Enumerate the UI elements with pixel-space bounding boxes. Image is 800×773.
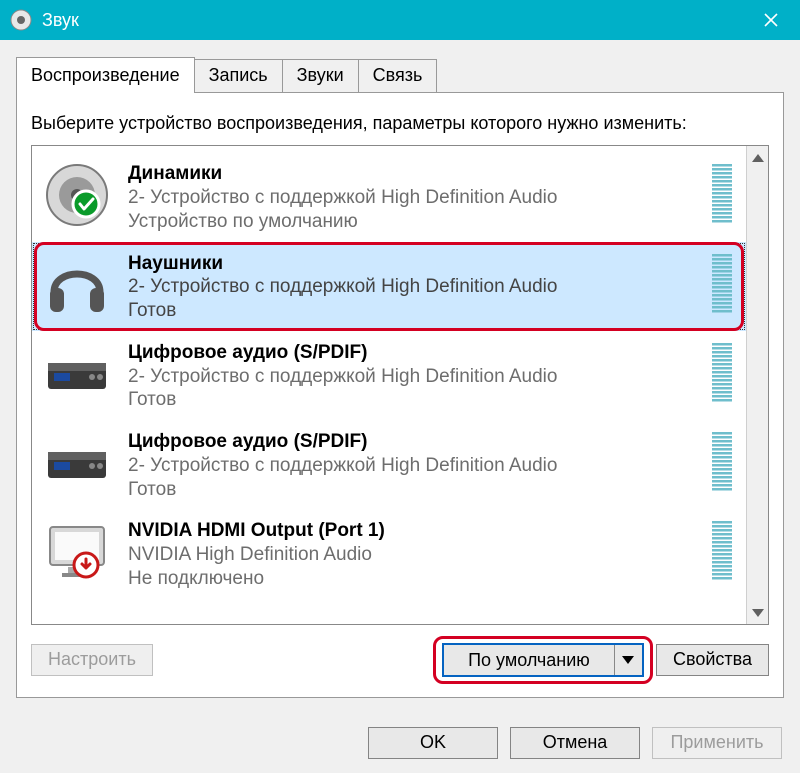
- level-meter-icon: [712, 517, 736, 581]
- device-title: Наушники: [128, 252, 696, 276]
- sound-dialog-window: Звук Воспроизведение Запись Звуки Связь …: [0, 0, 800, 773]
- tab-panel: Выберите устройство воспроизведения, пар…: [16, 93, 784, 698]
- device-desc: 2- Устройство с поддержкой High Definiti…: [128, 365, 696, 389]
- tab-communications[interactable]: Связь: [358, 59, 438, 92]
- speaker-icon: [42, 160, 112, 230]
- device-status: Не подключено: [128, 567, 696, 591]
- button-label: Отмена: [543, 732, 608, 752]
- tab-label: Запись: [209, 65, 268, 85]
- headphones-icon: [42, 250, 112, 320]
- scrollbar[interactable]: [746, 146, 768, 624]
- device-desc: 2- Устройство с поддержкой High Definiti…: [128, 454, 696, 478]
- scroll-down-icon[interactable]: [747, 605, 768, 620]
- device-item[interactable]: Наушники2- Устройство с поддержкой High …: [32, 242, 746, 331]
- tab-label: Связь: [373, 65, 423, 85]
- instruction-text: Выберите устройство воспроизведения, пар…: [31, 111, 769, 135]
- monitor-icon: [42, 517, 112, 587]
- button-label: Свойства: [673, 649, 752, 669]
- sound-icon: [10, 9, 32, 31]
- device-text: NVIDIA HDMI Output (Port 1)NVIDIA High D…: [128, 517, 696, 590]
- device-item[interactable]: NVIDIA HDMI Output (Port 1)NVIDIA High D…: [32, 509, 746, 598]
- device-item[interactable]: Динамики2- Устройство с поддержкой High …: [32, 152, 746, 241]
- titlebar: Звук: [0, 0, 800, 40]
- ok-button[interactable]: OK: [368, 727, 498, 759]
- properties-button[interactable]: Свойства: [656, 644, 769, 676]
- tab-label: Воспроизведение: [31, 65, 180, 85]
- scroll-up-icon[interactable]: [747, 150, 768, 165]
- device-title: Цифровое аудио (S/PDIF): [128, 430, 696, 454]
- set-default-button[interactable]: По умолчанию: [442, 643, 644, 677]
- level-meter-icon: [712, 160, 736, 224]
- device-desc: NVIDIA High Definition Audio: [128, 543, 696, 567]
- receiver-icon: [42, 428, 112, 498]
- device-text: Цифровое аудио (S/PDIF)2- Устройство с п…: [128, 339, 696, 412]
- window-title: Звук: [42, 10, 79, 31]
- tab-recording[interactable]: Запись: [194, 59, 283, 92]
- tab-label: Звуки: [297, 65, 344, 85]
- device-desc: 2- Устройство с поддержкой High Definiti…: [128, 186, 696, 210]
- device-status: Устройство по умолчанию: [128, 210, 696, 234]
- receiver-icon: [42, 339, 112, 409]
- device-list: Динамики2- Устройство с поддержкой High …: [31, 145, 769, 625]
- button-label: OK: [420, 732, 446, 752]
- level-meter-icon: [712, 250, 736, 314]
- device-title: NVIDIA HDMI Output (Port 1): [128, 519, 696, 543]
- level-meter-icon: [712, 428, 736, 492]
- cancel-button[interactable]: Отмена: [510, 727, 640, 759]
- device-status: Готов: [128, 299, 696, 323]
- dialog-footer: OK Отмена Применить: [368, 727, 782, 759]
- device-status: Готов: [128, 388, 696, 412]
- device-status: Готов: [128, 478, 696, 502]
- device-item[interactable]: Цифровое аудио (S/PDIF)2- Устройство с п…: [32, 420, 746, 509]
- device-text: Наушники2- Устройство с поддержкой High …: [128, 250, 696, 323]
- device-text: Цифровое аудио (S/PDIF)2- Устройство с п…: [128, 428, 696, 501]
- tab-sounds[interactable]: Звуки: [282, 59, 359, 92]
- apply-button[interactable]: Применить: [652, 727, 782, 759]
- tab-bar: Воспроизведение Запись Звуки Связь: [16, 56, 784, 93]
- device-desc: 2- Устройство с поддержкой High Definiti…: [128, 275, 696, 299]
- device-title: Цифровое аудио (S/PDIF): [128, 341, 696, 365]
- device-item[interactable]: Цифровое аудио (S/PDIF)2- Устройство с п…: [32, 331, 746, 420]
- device-text: Динамики2- Устройство с поддержкой High …: [128, 160, 696, 233]
- configure-button[interactable]: Настроить: [31, 644, 153, 676]
- close-button[interactable]: [748, 0, 794, 40]
- level-meter-icon: [712, 339, 736, 403]
- button-label: Применить: [670, 732, 763, 752]
- button-label: Настроить: [48, 649, 136, 669]
- device-title: Динамики: [128, 162, 696, 186]
- dropdown-arrow-icon[interactable]: [614, 645, 642, 675]
- button-label: По умолчанию: [468, 650, 590, 671]
- tab-playback[interactable]: Воспроизведение: [16, 57, 195, 93]
